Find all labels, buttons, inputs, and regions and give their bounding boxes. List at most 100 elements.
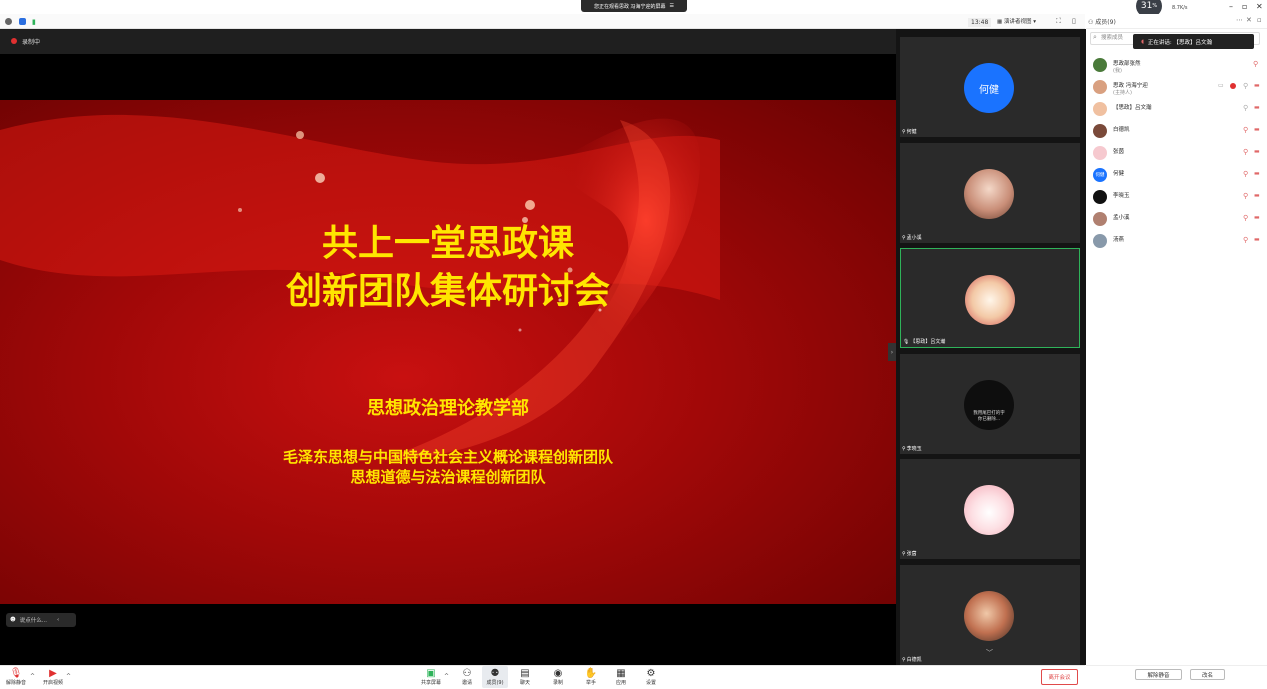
avatar: 何健 <box>964 63 1014 113</box>
network-rate: 8.7K/s <box>1172 5 1188 11</box>
video-tile[interactable]: ⚲ 张茵 <box>900 459 1080 559</box>
collapse-gallery-button[interactable]: › <box>888 343 896 361</box>
avatar <box>1093 80 1107 94</box>
camera-off-icon[interactable]: ▬ <box>1254 214 1260 221</box>
meeting-controls <box>0 665 1085 689</box>
avatar <box>1093 212 1107 226</box>
avatar <box>1093 58 1107 72</box>
camera-off-icon[interactable]: ▬ <box>1254 236 1260 243</box>
camera-off-icon[interactable]: ▬ <box>1254 170 1260 177</box>
shield-icon[interactable] <box>19 18 26 25</box>
restore-button[interactable]: ▫ <box>1242 2 1247 11</box>
camera-off-icon[interactable]: ▬ <box>1254 126 1260 133</box>
chevron-up-icon[interactable]: ^ <box>444 673 449 680</box>
more-icon[interactable]: ⋯ <box>1236 16 1243 24</box>
member-row[interactable]: 思政部张然 (我) ⚲ <box>1093 55 1263 75</box>
slide-team-line2: 思想道德与法治课程创新团队 <box>350 468 546 486</box>
mic-muted-icon: ⚲ <box>902 656 906 663</box>
mic-muted-icon: ⚲ <box>902 445 906 452</box>
camera-off-icon[interactable]: ▬ <box>1254 104 1260 111</box>
presentation-slide: 共上一堂思政课 创新团队集体研讨会 思想政治理论教学部 毛泽东思想与中国特色社会… <box>0 100 896 604</box>
scroll-down-icon[interactable]: ﹀ <box>986 648 993 658</box>
tile-name: 🎙 【思政】吕文瀚 <box>903 338 946 346</box>
member-row[interactable]: 思政 冯海宁迎 (主持人) ▭ ⚲ ▬ <box>1093 77 1263 97</box>
mic-muted-icon[interactable]: ⚲ <box>1243 170 1248 178</box>
unmute-button[interactable]: 🎙 解除静音 <box>3 666 29 688</box>
rename-button[interactable]: 改名 <box>1190 669 1225 680</box>
panel-icon[interactable]: ▯ <box>1072 17 1076 25</box>
tile-name: ⚲ 张茵 <box>902 550 917 558</box>
info-icon[interactable] <box>5 18 12 25</box>
chevron-up-icon[interactable]: ^ <box>30 673 35 680</box>
member-row[interactable]: 孟小溪 ⚲ ▬ <box>1093 209 1263 229</box>
camera-off-icon[interactable]: ▬ <box>1254 192 1260 199</box>
mic-muted-icon[interactable]: ⚲ <box>1243 192 1248 200</box>
start-video-button[interactable]: ▶ 开启视频 <box>40 666 66 688</box>
fullscreen-icon[interactable]: ⛶ <box>1056 17 1061 26</box>
mic-icon: 🎙 <box>903 338 910 345</box>
avatar <box>1093 146 1107 160</box>
members-button[interactable]: ⚉ 成员(9) <box>482 666 508 688</box>
slide-title-line2: 创新团队集体研讨会 <box>285 270 610 312</box>
raise-hand-button[interactable]: ✋ 举手 <box>578 666 604 688</box>
mic-icon[interactable]: ⚲ <box>1243 104 1248 112</box>
close-button[interactable]: ✕ <box>1256 2 1263 11</box>
meeting-toolbar <box>0 14 1085 29</box>
record-icon: ◉ <box>553 668 563 679</box>
member-row[interactable]: 张茵 ⚲ ▬ <box>1093 143 1263 163</box>
apps-button[interactable]: ▦ 应用 <box>608 666 634 688</box>
close-panel-icon[interactable]: ✕ <box>1246 16 1252 24</box>
view-switch-button[interactable]: ▦ 演讲者视图 ▾ <box>997 17 1036 25</box>
camera-off-icon[interactable]: ▬ <box>1254 148 1260 155</box>
screen-share-banner[interactable]: 您正在观看思政 冯海宁迎的屏幕 ☰ <box>581 0 687 12</box>
settings-button[interactable]: ⚙ 设置 <box>638 666 664 688</box>
screen-share-icon: ▭ <box>1218 82 1224 89</box>
member-row[interactable]: 白德凯 ⚲ ▬ <box>1093 121 1263 141</box>
avatar <box>964 485 1014 535</box>
members-icon: ⚉ <box>490 668 500 679</box>
chat-button[interactable]: ▤ 聊天 <box>512 666 538 688</box>
unmute-all-button[interactable]: 解除静音 <box>1135 669 1182 680</box>
video-tile[interactable]: ⚲ 孟小溪 <box>900 143 1080 243</box>
chat-icon: ▤ <box>520 668 530 679</box>
avatar: 我用尾巴打的字 你已删除... <box>964 380 1014 430</box>
member-row[interactable]: 汤燕 ⚲ ▬ <box>1093 231 1263 251</box>
record-button[interactable]: ◉ 录制 <box>545 666 571 688</box>
mic-muted-icon[interactable]: ⚲ <box>1243 126 1248 134</box>
chevron-left-icon[interactable]: ‹ <box>57 617 59 623</box>
avatar: 何健 <box>1093 168 1107 182</box>
mic-muted-icon[interactable]: ⚲ <box>1253 60 1258 68</box>
emoji-icon[interactable]: ☻ <box>10 617 16 623</box>
popout-icon[interactable]: ▫ <box>1257 16 1262 24</box>
menu-icon[interactable]: ☰ <box>670 3 674 9</box>
share-screen-icon: ▣ <box>426 668 436 679</box>
mic-icon[interactable]: ⚲ <box>1243 82 1248 90</box>
avatar <box>1093 124 1107 138</box>
recording-bar <box>0 29 896 54</box>
tile-name: ⚲ 孟小溪 <box>902 234 922 242</box>
share-screen-button[interactable]: ▣ 共享屏幕 <box>418 666 444 688</box>
minimize-button[interactable]: – <box>1229 2 1233 11</box>
avatar <box>1093 234 1107 248</box>
chat-input[interactable]: ☻ 说点什么... ‹ <box>6 613 76 627</box>
members-header: ⚇ 成员(9) ⋯ ✕ ▫ <box>1086 14 1267 29</box>
recording-icon <box>1230 83 1236 89</box>
member-row[interactable]: 李晓玉 ⚲ ▬ <box>1093 187 1263 207</box>
video-tile[interactable]: 我用尾巴打的字 你已删除... ⚲ 李晓玉 <box>900 354 1080 454</box>
chevron-up-icon[interactable]: ^ <box>66 673 71 680</box>
video-tile[interactable]: 何健 ⚲ 何健 <box>900 37 1080 137</box>
camera-off-icon: ▶ <box>49 668 57 679</box>
camera-off-icon[interactable]: ▬ <box>1254 82 1260 89</box>
signal-icon[interactable]: ▮ <box>32 18 36 26</box>
speaker-icon: ◖ <box>1141 38 1144 45</box>
video-tile-active-speaker[interactable]: 🎙 【思政】吕文瀚 <box>900 248 1080 348</box>
mic-muted-icon: 🎙 <box>9 668 23 679</box>
member-row[interactable]: 【思政】吕文瀚 ⚲ ▬ <box>1093 99 1263 119</box>
member-row[interactable]: 何健 何健 ⚲ ▬ <box>1093 165 1263 185</box>
leave-meeting-button[interactable]: 离开会议 <box>1041 669 1078 685</box>
search-icon: ⌕ <box>1093 33 1097 41</box>
mic-muted-icon[interactable]: ⚲ <box>1243 214 1248 222</box>
mic-muted-icon[interactable]: ⚲ <box>1243 148 1248 156</box>
invite-button[interactable]: ⚇ 邀请 <box>454 666 480 688</box>
mic-muted-icon[interactable]: ⚲ <box>1243 236 1248 244</box>
